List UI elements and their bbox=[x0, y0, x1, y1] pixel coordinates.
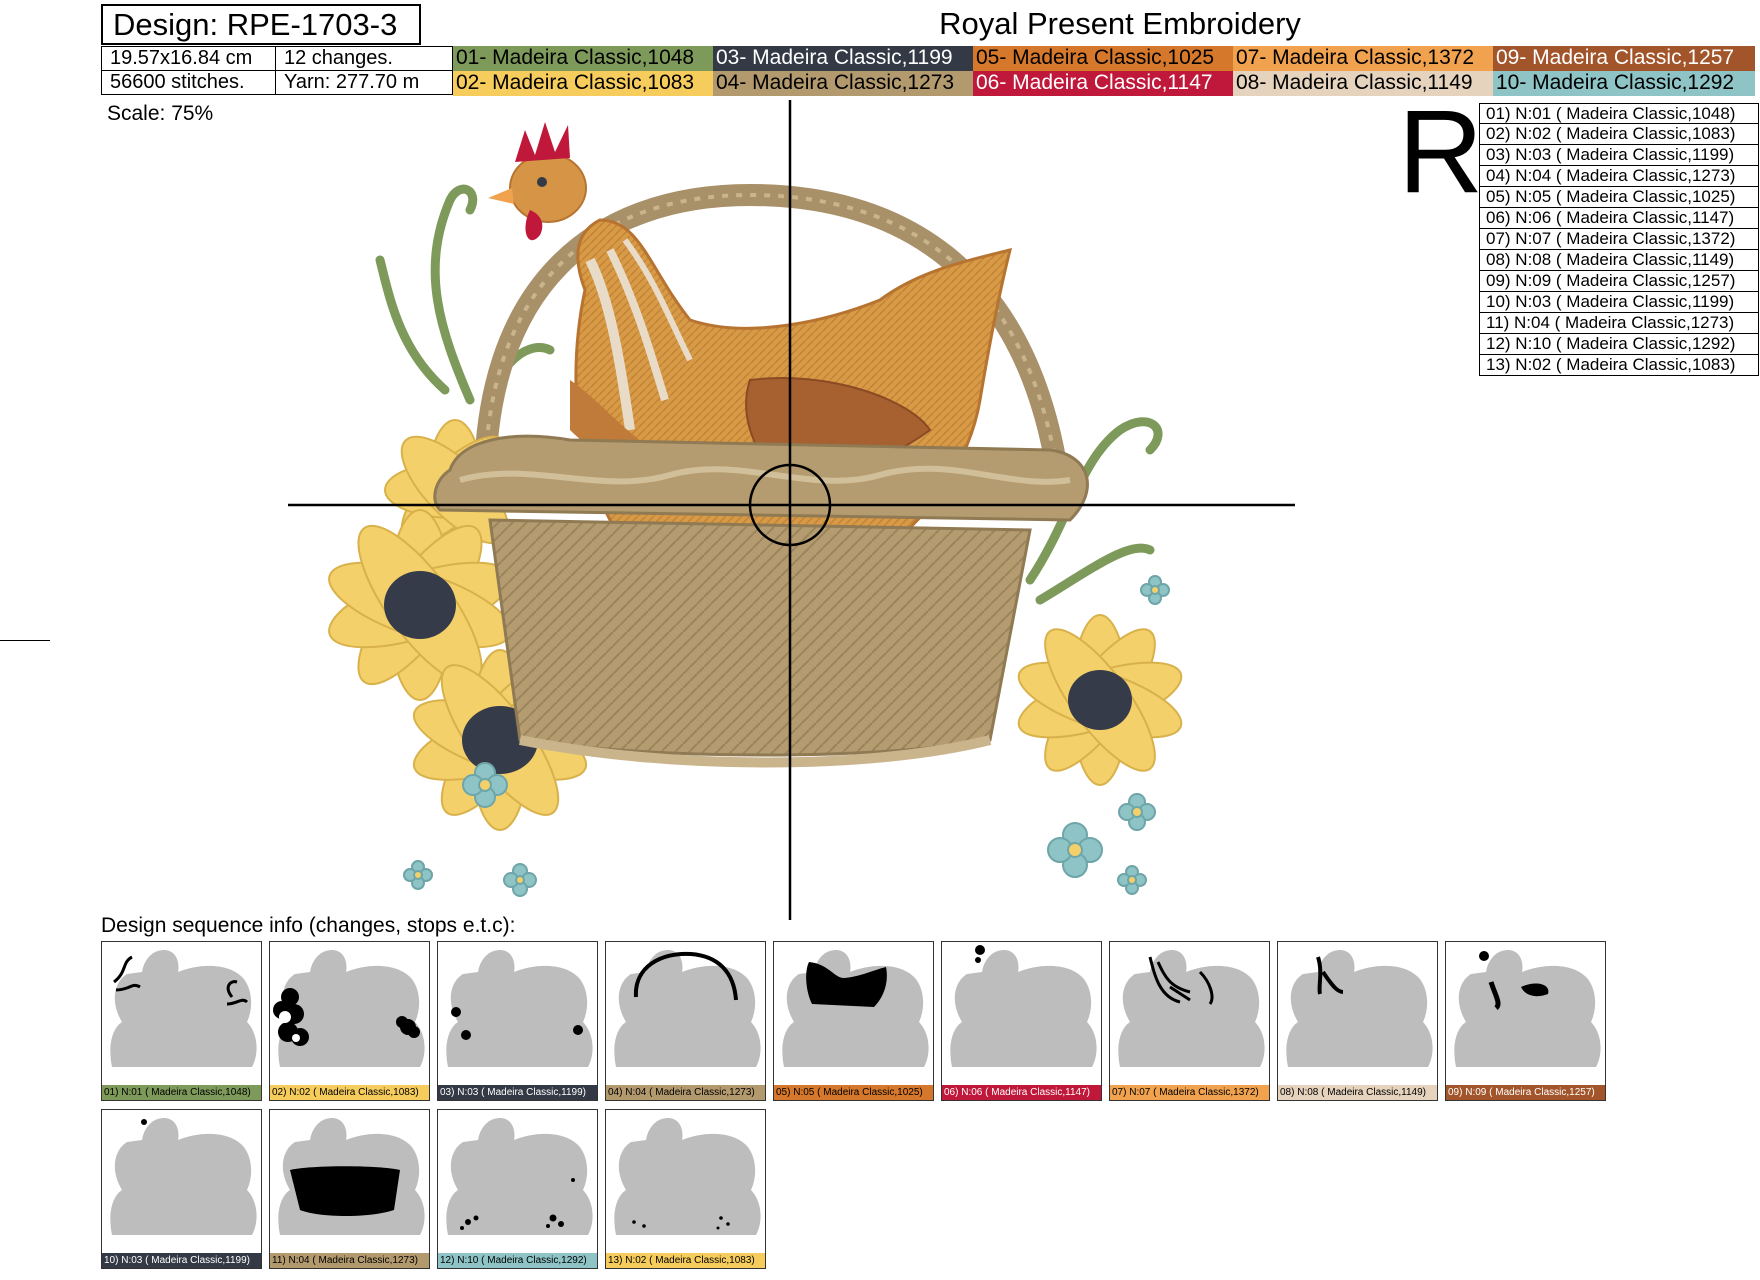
sequence-thumbnail: 04) N:04 ( Madeira Classic,1273) bbox=[605, 941, 766, 1101]
sequence-row: 13) N:02 ( Madeira Classic,1083) bbox=[1479, 355, 1759, 376]
thumbnail-preview bbox=[446, 1118, 593, 1235]
color-swatch: 06- Madeira Classic,1147 bbox=[973, 71, 1233, 96]
thumbnail-preview bbox=[950, 945, 1097, 1067]
color-swatch: 05- Madeira Classic,1025 bbox=[973, 46, 1233, 71]
thumbnail-label: 05) N:05 ( Madeira Classic,1025) bbox=[774, 1085, 933, 1100]
sequence-row: 01) N:01 ( Madeira Classic,1048) bbox=[1479, 103, 1759, 124]
design-size: 19.57x16.84 cm bbox=[101, 46, 276, 71]
thumbnail-preview bbox=[1118, 950, 1265, 1067]
sequence-thumbnail: 05) N:05 ( Madeira Classic,1025) bbox=[773, 941, 934, 1101]
sequence-row: 05) N:05 ( Madeira Classic,1025) bbox=[1479, 187, 1759, 208]
sequence-row: 07) N:07 ( Madeira Classic,1372) bbox=[1479, 229, 1759, 250]
color-swatch: 04- Madeira Classic,1273 bbox=[713, 71, 973, 96]
margin-tick bbox=[0, 640, 50, 641]
embroidery-preview bbox=[288, 100, 1295, 920]
thumbnail-preview bbox=[614, 950, 761, 1067]
color-swatch: 09- Madeira Classic,1257 bbox=[1493, 46, 1755, 71]
thumbnail-preview bbox=[278, 1118, 425, 1235]
sequence-thumbnail: 08) N:08 ( Madeira Classic,1149) bbox=[1277, 941, 1438, 1101]
sequence-thumbnail: 07) N:07 ( Madeira Classic,1372) bbox=[1109, 941, 1270, 1101]
sequence-thumbnail: 11) N:04 ( Madeira Classic,1273) bbox=[269, 1109, 430, 1269]
logo-letter: R bbox=[1398, 86, 1484, 218]
sequence-thumbnail: 13) N:02 ( Madeira Classic,1083) bbox=[605, 1109, 766, 1269]
thumbnail-label: 09) N:09 ( Madeira Classic,1257) bbox=[1446, 1085, 1605, 1100]
basket bbox=[433, 434, 1089, 768]
sequence-thumbnail: 06) N:06 ( Madeira Classic,1147) bbox=[941, 941, 1102, 1101]
sequence-thumbnail: 03) N:03 ( Madeira Classic,1199) bbox=[437, 941, 598, 1101]
yarn-length: Yarn: 277.70 m bbox=[275, 70, 453, 95]
thumbnail-preview bbox=[110, 1118, 257, 1235]
sunflower-right bbox=[1017, 614, 1183, 786]
sequence-row: 10) N:03 ( Madeira Classic,1199) bbox=[1479, 292, 1759, 313]
design-title: Design: RPE-1703-3 bbox=[101, 4, 421, 45]
sequence-heading: Design sequence info (changes, stops e.t… bbox=[101, 914, 516, 937]
sequence-thumbnail: 01) N:01 ( Madeira Classic,1048) bbox=[101, 941, 262, 1101]
thumbnail-label: 10) N:03 ( Madeira Classic,1199) bbox=[102, 1253, 261, 1268]
color-swatch: 10- Madeira Classic,1292 bbox=[1493, 71, 1755, 96]
thumbnail-label: 11) N:04 ( Madeira Classic,1273) bbox=[270, 1253, 429, 1268]
stitch-count: 56600 stitches. bbox=[101, 70, 276, 95]
change-count: 12 changes. bbox=[275, 46, 453, 71]
sequence-thumbnail: 09) N:09 ( Madeira Classic,1257) bbox=[1445, 941, 1606, 1101]
thumbnail-preview bbox=[614, 1118, 761, 1235]
color-swatch: 03- Madeira Classic,1199 bbox=[713, 46, 973, 71]
thumbnail-label: 06) N:06 ( Madeira Classic,1147) bbox=[942, 1085, 1101, 1100]
thumbnail-label: 02) N:02 ( Madeira Classic,1083) bbox=[270, 1085, 429, 1100]
thumbnail-preview bbox=[446, 950, 593, 1067]
thumbnail-preview bbox=[110, 950, 257, 1067]
color-swatch: 02- Madeira Classic,1083 bbox=[453, 71, 713, 96]
thumbnail-preview bbox=[1454, 950, 1601, 1067]
thumbnail-label: 04) N:04 ( Madeira Classic,1273) bbox=[606, 1085, 765, 1100]
thumbnail-label: 12) N:10 ( Madeira Classic,1292) bbox=[438, 1253, 597, 1268]
color-swatch: 01- Madeira Classic,1048 bbox=[453, 46, 713, 71]
thumbnail-label: 03) N:03 ( Madeira Classic,1199) bbox=[438, 1085, 597, 1100]
thumbnail-label: 13) N:02 ( Madeira Classic,1083) bbox=[606, 1253, 765, 1268]
sequence-row: 06) N:06 ( Madeira Classic,1147) bbox=[1479, 208, 1759, 229]
thumbnail-label: 01) N:01 ( Madeira Classic,1048) bbox=[102, 1085, 261, 1100]
sequence-row: 04) N:04 ( Madeira Classic,1273) bbox=[1479, 166, 1759, 187]
sequence-row: 03) N:03 ( Madeira Classic,1199) bbox=[1479, 145, 1759, 166]
sequence-row: 08) N:08 ( Madeira Classic,1149) bbox=[1479, 250, 1759, 271]
scale-label: Scale: 75% bbox=[107, 102, 214, 125]
company-name: Royal Present Embroidery bbox=[939, 6, 1301, 41]
sequence-table: 01) N:01 ( Madeira Classic,1048) 02) N:02… bbox=[1479, 103, 1759, 376]
thumbnail-label: 07) N:07 ( Madeira Classic,1372) bbox=[1110, 1085, 1269, 1100]
sequence-row: 11) N:04 ( Madeira Classic,1273) bbox=[1479, 313, 1759, 334]
sequence-thumbnail: 12) N:10 ( Madeira Classic,1292) bbox=[437, 1109, 598, 1269]
thumbnail-preview bbox=[782, 950, 929, 1067]
thumbnail-label: 08) N:08 ( Madeira Classic,1149) bbox=[1278, 1085, 1437, 1100]
sequence-row: 09) N:09 ( Madeira Classic,1257) bbox=[1479, 271, 1759, 292]
thumbnail-preview bbox=[273, 950, 425, 1067]
sequence-thumbnail: 10) N:03 ( Madeira Classic,1199) bbox=[101, 1109, 262, 1269]
sequence-thumbnail: 02) N:02 ( Madeira Classic,1083) bbox=[269, 941, 430, 1101]
sequence-row: 02) N:02 ( Madeira Classic,1083) bbox=[1479, 124, 1759, 145]
sequence-row: 12) N:10 ( Madeira Classic,1292) bbox=[1479, 334, 1759, 355]
thumbnail-preview bbox=[1286, 950, 1433, 1067]
color-swatch: 07- Madeira Classic,1372 bbox=[1233, 46, 1493, 71]
